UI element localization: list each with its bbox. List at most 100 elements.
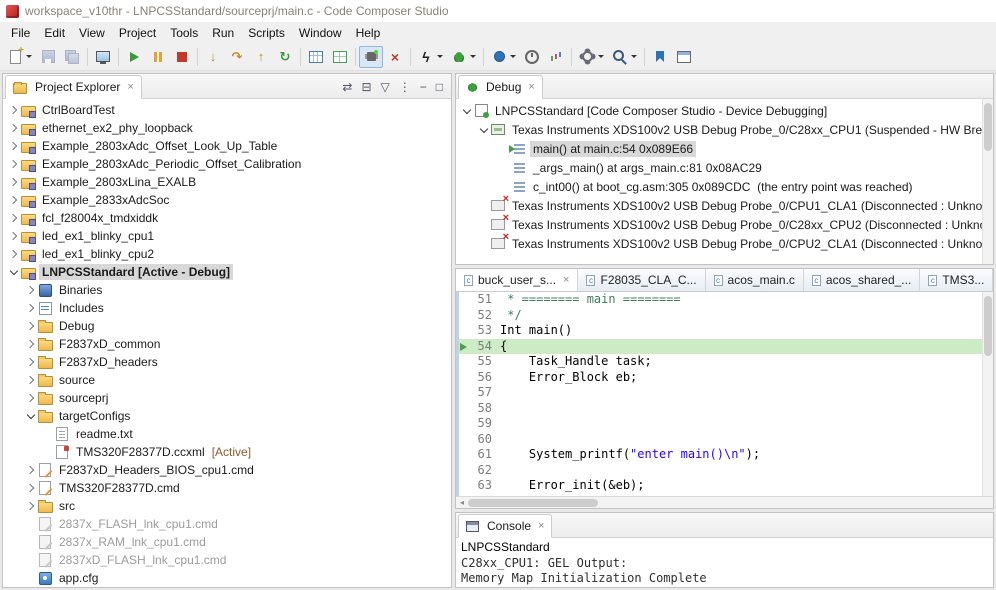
close-icon[interactable]: ×: [563, 274, 569, 286]
menu-tools[interactable]: Tools: [163, 24, 205, 42]
tree-item[interactable]: led_ex1_blinky_cpu1: [3, 227, 451, 245]
terminate-button[interactable]: [170, 46, 194, 68]
filter-icon[interactable]: ▽: [381, 80, 390, 94]
chevron-right-icon[interactable]: [24, 503, 37, 509]
menu-file[interactable]: File: [4, 24, 37, 42]
tree-item[interactable]: Includes: [3, 299, 451, 317]
chevron-right-icon[interactable]: [24, 287, 37, 293]
scrollbar-thumb[interactable]: [984, 296, 992, 356]
tree-item[interactable]: CtrlBoardTest: [3, 101, 451, 119]
close-icon[interactable]: ×: [538, 520, 544, 532]
annotation-ruler[interactable]: [456, 447, 470, 463]
tree-item[interactable]: fcl_f28004x_tmdxiddk: [3, 209, 451, 227]
menu-window[interactable]: Window: [292, 24, 349, 42]
editor-tab[interactable]: acos_main.c: [706, 269, 804, 291]
view-menu-icon[interactable]: ⋮: [399, 80, 411, 94]
save-button[interactable]: [36, 46, 60, 68]
debug-button[interactable]: [447, 46, 480, 68]
scrollbar-thumb[interactable]: [468, 499, 598, 507]
tree-item[interactable]: readme.txt: [3, 425, 451, 443]
resume-button[interactable]: [122, 46, 146, 68]
chevron-down-icon[interactable]: [24, 414, 37, 418]
menu-run[interactable]: Run: [205, 24, 241, 42]
tree-item[interactable]: ethernet_ex2_phy_loopback: [3, 119, 451, 137]
menu-help[interactable]: Help: [349, 24, 388, 42]
tree-item[interactable]: TMS320F28377D.ccxml[Active]: [3, 443, 451, 461]
tree-item[interactable]: source: [3, 371, 451, 389]
step-return-button[interactable]: [249, 46, 273, 68]
tree-item[interactable]: Example_2803xLina_EXALB: [3, 173, 451, 191]
scroll-left-icon[interactable]: ◂: [456, 497, 468, 508]
chevron-right-icon[interactable]: [24, 341, 37, 347]
restart-button[interactable]: [273, 46, 297, 68]
close-icon[interactable]: ×: [528, 81, 534, 93]
analysis-button[interactable]: [575, 46, 608, 68]
chevron-right-icon[interactable]: [7, 161, 20, 167]
minimize-icon[interactable]: −: [420, 80, 427, 94]
tree-item[interactable]: src: [3, 497, 451, 515]
editor-tab[interactable]: TMS3...: [920, 269, 993, 291]
connect-target-button[interactable]: [359, 46, 383, 68]
chevron-right-icon[interactable]: [7, 179, 20, 185]
tree-item[interactable]: app.cfg: [3, 569, 451, 587]
memory-browser-button[interactable]: [304, 46, 328, 68]
step-over-button[interactable]: [225, 46, 249, 68]
chevron-right-icon[interactable]: [24, 467, 37, 473]
debug-tree-item[interactable]: Texas Instruments XDS100v2 USB Debug Pro…: [456, 120, 993, 139]
chevron-right-icon[interactable]: [7, 197, 20, 203]
registers-button[interactable]: [328, 46, 352, 68]
annotation-ruler[interactable]: [456, 416, 470, 432]
chevron-right-icon[interactable]: [24, 485, 37, 491]
close-icon[interactable]: ×: [127, 81, 133, 93]
step-into-button[interactable]: [201, 46, 225, 68]
disconnect-button[interactable]: [383, 46, 407, 68]
menu-edit[interactable]: Edit: [37, 24, 72, 42]
chevron-right-icon[interactable]: [7, 215, 20, 221]
debug-stack-frame[interactable]: main() at main.c:54 0x089E66: [456, 139, 993, 158]
profile-button[interactable]: [520, 46, 544, 68]
chevron-down-icon[interactable]: [477, 128, 490, 132]
annotation-ruler[interactable]: [456, 432, 470, 448]
scrollbar-thumb[interactable]: [984, 103, 992, 151]
annotation-ruler[interactable]: [456, 339, 470, 355]
tab-debug[interactable]: Debug ×: [458, 75, 543, 99]
annotation-ruler[interactable]: [456, 354, 470, 370]
debug-tree-item[interactable]: Texas Instruments XDS100v2 USB Debug Pro…: [456, 234, 993, 253]
menu-scripts[interactable]: Scripts: [241, 24, 292, 42]
maximize-icon[interactable]: □: [436, 80, 443, 94]
debug-stack-frame[interactable]: _args_main() at args_main.c:81 0x08AC29: [456, 158, 993, 177]
chevron-right-icon[interactable]: [7, 251, 20, 257]
tree-item[interactable]: F2837xD_common: [3, 335, 451, 353]
collapse-all-icon[interactable]: ⊟: [361, 80, 371, 94]
open-editor-button[interactable]: [672, 46, 696, 68]
link-with-editor-icon[interactable]: ⇄: [342, 80, 352, 94]
debug-stack-frame[interactable]: c_int00() at boot_cg.asm:305 0x089CDC (t…: [456, 177, 993, 196]
chevron-right-icon[interactable]: [7, 107, 20, 113]
tab-project-explorer[interactable]: Project Explorer ×: [5, 75, 142, 99]
terminal-button[interactable]: [91, 46, 115, 68]
chevron-right-icon[interactable]: [24, 359, 37, 365]
menu-view[interactable]: View: [72, 24, 112, 42]
new-button[interactable]: [3, 46, 36, 68]
tree-item[interactable]: targetConfigs: [3, 407, 451, 425]
chevron-down-icon[interactable]: [7, 270, 20, 274]
editor-tab[interactable]: buck_user_s...×: [456, 269, 578, 291]
debug-tree-item[interactable]: LNPCSStandard [Code Composer Studio - De…: [456, 101, 993, 120]
trace-button[interactable]: [544, 46, 568, 68]
tree-item[interactable]: led_ex1_blinky_cpu2: [3, 245, 451, 263]
chevron-right-icon[interactable]: [24, 395, 37, 401]
chevron-right-icon[interactable]: [24, 305, 37, 311]
tab-console[interactable]: Console ×: [458, 514, 552, 538]
tree-item-excluded[interactable]: 2837x_FLASH_lnk_cpu1.cmd: [3, 515, 451, 533]
tree-item[interactable]: sourceprj: [3, 389, 451, 407]
chevron-down-icon[interactable]: [460, 109, 473, 113]
debug-tree-item[interactable]: Texas Instruments XDS100v2 USB Debug Pro…: [456, 196, 993, 215]
editor-tab[interactable]: F28035_CLA_C...: [578, 269, 705, 291]
breakpoints-button[interactable]: [487, 46, 520, 68]
chevron-right-icon[interactable]: [24, 377, 37, 383]
tree-item-active-project[interactable]: LNPCSStandard [Active - Debug]: [3, 263, 451, 281]
tree-item[interactable]: Example_2833xAdcSoc: [3, 191, 451, 209]
annotation-ruler[interactable]: [456, 308, 470, 324]
tree-item-excluded[interactable]: 2837xD_FLASH_lnk_cpu1.cmd: [3, 551, 451, 569]
editor-tab[interactable]: acos_shared_...: [804, 269, 920, 291]
